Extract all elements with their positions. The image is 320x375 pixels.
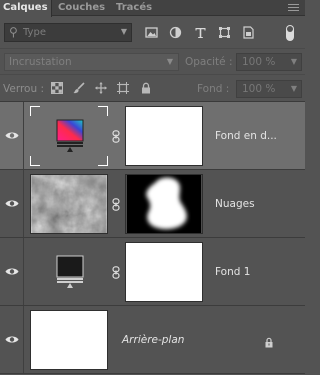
lock-all-icon[interactable] xyxy=(140,82,152,94)
lock-image-pixels-icon[interactable] xyxy=(73,82,85,94)
gradient-map-icon xyxy=(56,119,84,152)
panel-tab-bar: Calques Couches Tracés xyxy=(0,0,305,17)
clouds-thumbnail[interactable] xyxy=(30,174,108,234)
smart-object-filter-icon[interactable] xyxy=(242,26,255,39)
fill-field[interactable]: 100 % ▼ xyxy=(236,80,302,98)
layer-filter-bar: ⚲ Type ▼ xyxy=(0,17,305,48)
visibility-cell[interactable] xyxy=(0,170,24,237)
visibility-cell[interactable] xyxy=(0,238,24,305)
search-icon: ⚲ xyxy=(9,25,18,39)
lock-artboard-icon[interactable] xyxy=(117,82,129,94)
chevron-down-icon: ▼ xyxy=(290,84,297,93)
solid-color-fill-icon xyxy=(56,255,84,288)
chevron-down-icon: ▼ xyxy=(120,27,127,36)
lock-label: Verrou : xyxy=(3,83,45,95)
tab-traces[interactable]: Tracés xyxy=(113,0,155,16)
opacity-value: 100 % xyxy=(242,56,276,68)
layer-mask-thumbnail[interactable] xyxy=(125,174,203,234)
layer-name[interactable]: Fond en d... xyxy=(215,130,277,142)
lock-transparent-pixels-icon[interactable] xyxy=(51,82,63,94)
layer-name[interactable]: Arrière-plan xyxy=(122,334,184,346)
blend-mode-select[interactable]: Incrustation ▼ xyxy=(4,53,179,71)
image-filter-icon[interactable] xyxy=(145,26,158,39)
layer-row-nuages[interactable]: Nuages xyxy=(0,170,305,238)
eye-icon[interactable] xyxy=(5,199,19,208)
filter-toggle-icon[interactable] xyxy=(286,25,294,41)
lock-icon[interactable] xyxy=(264,337,274,348)
chevron-down-icon: ▼ xyxy=(166,57,173,66)
layer-thumbnail[interactable] xyxy=(30,106,108,166)
lock-options-row: Verrou : Fond : 100 % ▼ xyxy=(0,74,305,102)
chevron-down-icon: ▼ xyxy=(290,57,297,66)
layer-mask-thumbnail[interactable] xyxy=(125,242,203,302)
layer-mask-thumbnail[interactable] xyxy=(125,106,203,166)
eye-icon[interactable] xyxy=(5,267,19,276)
tab-calques[interactable]: Calques xyxy=(0,0,52,17)
text-filter-icon[interactable] xyxy=(194,26,207,39)
layers-list: Fond en d... Nuages Fond 1 Arrière-plan xyxy=(0,102,305,375)
eye-icon[interactable] xyxy=(5,131,19,140)
link-icon[interactable] xyxy=(112,130,120,143)
blend-options-row: Incrustation ▼ Opacité : 100 % ▼ xyxy=(0,48,305,74)
layer-name[interactable]: Fond 1 xyxy=(215,266,250,278)
layer-row-fond-en-degrade[interactable]: Fond en d... xyxy=(0,102,305,170)
visibility-cell[interactable] xyxy=(0,306,24,373)
layer-thumbnail[interactable] xyxy=(30,242,108,302)
shape-filter-icon[interactable] xyxy=(218,26,231,39)
layer-kind-filter[interactable]: ⚲ Type ▼ xyxy=(4,23,132,42)
layer-row-arriere-plan[interactable]: Arrière-plan xyxy=(0,306,305,374)
adjustment-filter-icon[interactable] xyxy=(169,26,182,39)
blend-mode-value: Incrustation xyxy=(9,56,72,68)
link-icon[interactable] xyxy=(112,266,120,279)
panel-menu-icon[interactable] xyxy=(288,2,299,13)
layer-row-fond-1[interactable]: Fond 1 xyxy=(0,238,305,306)
eye-icon[interactable] xyxy=(5,335,19,344)
link-icon[interactable] xyxy=(112,198,120,211)
tab-couches[interactable]: Couches xyxy=(55,0,108,16)
opacity-label: Opacité : xyxy=(185,56,233,68)
layer-name[interactable]: Nuages xyxy=(215,198,255,210)
fill-label: Fond : xyxy=(197,83,230,95)
visibility-cell[interactable] xyxy=(0,102,24,169)
filter-kind-label: Type xyxy=(23,27,46,38)
opacity-field[interactable]: 100 % ▼ xyxy=(236,53,302,71)
lock-position-icon[interactable] xyxy=(95,82,107,94)
fill-value: 100 % xyxy=(242,83,276,95)
layer-thumbnail[interactable] xyxy=(30,310,108,370)
